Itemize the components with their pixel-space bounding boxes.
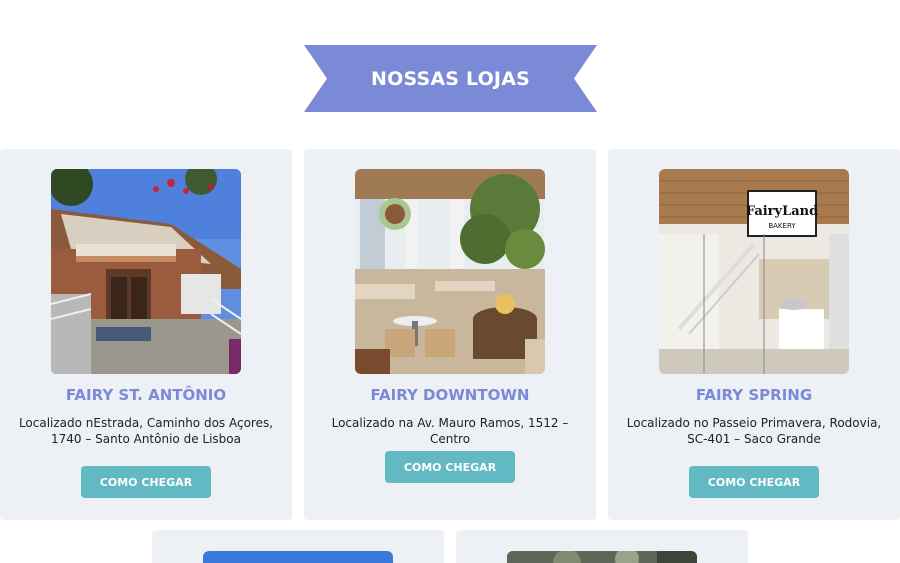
sign-title: FairyLand — [746, 204, 818, 219]
store-photo — [507, 551, 697, 563]
store-name: FAIRY SPRING — [695, 386, 813, 404]
section-banner: NOSSAS LOJAS — [304, 45, 597, 112]
directions-button[interactable]: COMO CHEGAR — [385, 451, 515, 483]
store-address: Localizado nEstrada, Caminho dos Açores,… — [18, 416, 274, 446]
store-photo — [355, 169, 545, 374]
sign-subtitle: BAKERY — [768, 222, 796, 230]
store-photo: FairyLand BAKERY — [659, 169, 849, 374]
store-address: Localizado na Av. Mauro Ramos, 1512 – Ce… — [331, 416, 569, 446]
store-card: FairyLand BAKERY FAIRY SPRING Localizado… — [608, 149, 900, 520]
store-address: Localizado no Passeio Primavera, Rodovia… — [626, 416, 882, 446]
store-photo — [51, 169, 241, 374]
stores-page: NOSSAS LOJAS FAIRY ST. ANTÔNIO Localizad… — [0, 0, 900, 563]
store-name: FAIRY DOWNTOWN — [370, 386, 530, 404]
directions-button[interactable]: COMO CHEGAR — [81, 466, 211, 498]
store-card — [152, 530, 444, 563]
store-image-partial — [203, 551, 393, 563]
directions-button[interactable]: COMO CHEGAR — [689, 466, 819, 498]
store-name: FAIRY ST. ANTÔNIO — [65, 386, 227, 404]
store-card — [456, 530, 748, 563]
section-title: NOSSAS LOJAS — [370, 67, 530, 90]
store-card: FAIRY ST. ANTÔNIO Localizado nEstrada, C… — [0, 149, 292, 520]
store-card: FAIRY DOWNTOWN Localizado na Av. Mauro R… — [304, 149, 596, 520]
